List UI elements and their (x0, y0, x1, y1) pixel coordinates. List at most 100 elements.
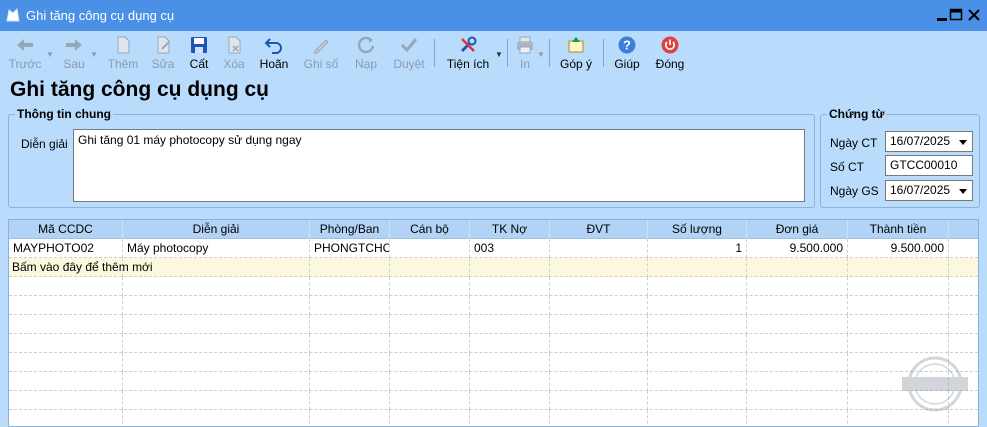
grid-cell[interactable] (123, 258, 310, 277)
col-header-unit[interactable]: ĐVT (550, 220, 648, 239)
grid-cell[interactable] (9, 410, 123, 426)
grid-cell[interactable] (470, 258, 550, 277)
empty-row[interactable] (9, 372, 978, 391)
grid-cell[interactable] (310, 277, 390, 296)
grid-cell[interactable] (310, 296, 390, 315)
voucher-number-input[interactable]: GTCC00010 (885, 155, 973, 176)
grid-cell[interactable] (310, 334, 390, 353)
cell-department[interactable]: PHONGTCHC (310, 239, 390, 258)
cell-code[interactable]: MAYPHOTO02 (9, 239, 123, 258)
next-button[interactable]: Sau (56, 31, 92, 76)
grid-cell[interactable] (390, 372, 470, 391)
delete-button[interactable]: Xóa (218, 31, 250, 76)
grid-cell[interactable] (123, 315, 310, 334)
grid-cell[interactable] (123, 334, 310, 353)
close-form-button[interactable]: Đóng (652, 31, 688, 76)
grid-cell[interactable] (648, 277, 747, 296)
grid-cell[interactable] (310, 391, 390, 410)
feedback-button[interactable]: Góp ý (558, 31, 594, 76)
grid-cell[interactable] (747, 258, 848, 277)
col-header-amount[interactable]: Thành tiền (848, 220, 949, 239)
grid-cell[interactable] (390, 334, 470, 353)
utilities-dropdown-caret[interactable]: ▼ (495, 50, 503, 59)
cell-staff[interactable] (390, 239, 470, 258)
grid-cell[interactable] (470, 410, 550, 426)
grid-cell[interactable] (9, 277, 123, 296)
grid-cell[interactable] (123, 410, 310, 426)
grid-cell[interactable] (390, 315, 470, 334)
grid-cell[interactable] (550, 315, 648, 334)
table-row[interactable]: MAYPHOTO02 Máy photocopy PHONGTCHC 003 1… (9, 239, 978, 258)
add-button[interactable]: Thêm (103, 31, 143, 76)
description-input[interactable]: Ghi tăng 01 máy photocopy sử dụng ngay (73, 129, 805, 202)
empty-row[interactable] (9, 334, 978, 353)
print-button[interactable]: In (512, 31, 538, 76)
post-date-combo[interactable]: 16/07/2025 (885, 180, 973, 201)
grid-cell[interactable] (848, 410, 949, 426)
grid-cell[interactable] (470, 334, 550, 353)
grid-cell[interactable] (390, 410, 470, 426)
empty-row[interactable] (9, 391, 978, 410)
col-header-description[interactable]: Diễn giải (123, 220, 310, 239)
help-button[interactable]: ? Giúp (611, 31, 643, 76)
approve-button[interactable]: Duyệt (389, 31, 429, 76)
save-button[interactable]: Cất (183, 31, 215, 76)
cell-quantity[interactable]: 1 (648, 239, 747, 258)
cell-unit-price[interactable]: 9.500.000 (747, 239, 848, 258)
grid-cell[interactable] (648, 258, 747, 277)
prev-dropdown-caret[interactable]: ▼ (46, 50, 54, 59)
col-header-code[interactable]: Mã CCDC (9, 220, 123, 239)
grid-cell[interactable] (550, 353, 648, 372)
grid-cell[interactable] (648, 334, 747, 353)
post-button[interactable]: Ghi sổ (300, 31, 342, 76)
grid-cell[interactable] (550, 391, 648, 410)
grid-cell[interactable] (550, 410, 648, 426)
load-button[interactable]: Nạp (350, 31, 382, 76)
empty-row[interactable] (9, 296, 978, 315)
grid-cell[interactable] (648, 296, 747, 315)
grid-cell[interactable] (747, 315, 848, 334)
empty-row[interactable] (9, 410, 978, 426)
grid-cell[interactable] (550, 296, 648, 315)
grid-cell[interactable] (9, 372, 123, 391)
new-row-prompt[interactable]: Bấm vào đây để thêm mới (9, 258, 153, 277)
grid-cell[interactable] (390, 391, 470, 410)
grid-cell[interactable] (123, 277, 310, 296)
col-header-debit-account[interactable]: TK Nợ (470, 220, 550, 239)
grid-cell[interactable] (9, 315, 123, 334)
prev-button[interactable]: Trước (6, 31, 44, 76)
grid-cell[interactable] (390, 258, 470, 277)
grid-cell[interactable] (470, 315, 550, 334)
grid-cell[interactable] (123, 353, 310, 372)
cell-description[interactable]: Máy photocopy (123, 239, 310, 258)
close-icon[interactable] (965, 6, 983, 24)
grid-cell[interactable] (470, 277, 550, 296)
grid-cell[interactable] (848, 334, 949, 353)
grid-cell[interactable] (123, 372, 310, 391)
cell-debit-account[interactable]: 003 (470, 239, 550, 258)
grid-cell[interactable] (747, 372, 848, 391)
new-row[interactable]: Bấm vào đây để thêm mới (9, 258, 978, 277)
grid-cell[interactable] (310, 410, 390, 426)
grid-cell[interactable] (747, 410, 848, 426)
col-header-staff[interactable]: Cán bộ (390, 220, 470, 239)
grid-cell[interactable] (648, 391, 747, 410)
grid-cell[interactable] (550, 334, 648, 353)
grid-cell[interactable] (310, 353, 390, 372)
grid-cell[interactable] (470, 353, 550, 372)
grid-cell[interactable] (123, 296, 310, 315)
maximize-icon[interactable] (947, 6, 965, 24)
grid-cell[interactable] (848, 277, 949, 296)
col-header-department[interactable]: Phòng/Ban (310, 220, 390, 239)
col-header-unit-price[interactable]: Đơn giá (747, 220, 848, 239)
grid-cell[interactable] (9, 391, 123, 410)
grid-cell[interactable] (470, 296, 550, 315)
chevron-down-icon[interactable] (959, 189, 967, 194)
utilities-button[interactable]: Tiện ích (444, 31, 492, 76)
grid-cell[interactable] (747, 296, 848, 315)
grid-cell[interactable] (9, 296, 123, 315)
grid-cell[interactable] (550, 258, 648, 277)
print-dropdown-caret[interactable]: ▼ (537, 50, 545, 59)
grid-cell[interactable] (848, 296, 949, 315)
grid-cell[interactable] (848, 315, 949, 334)
